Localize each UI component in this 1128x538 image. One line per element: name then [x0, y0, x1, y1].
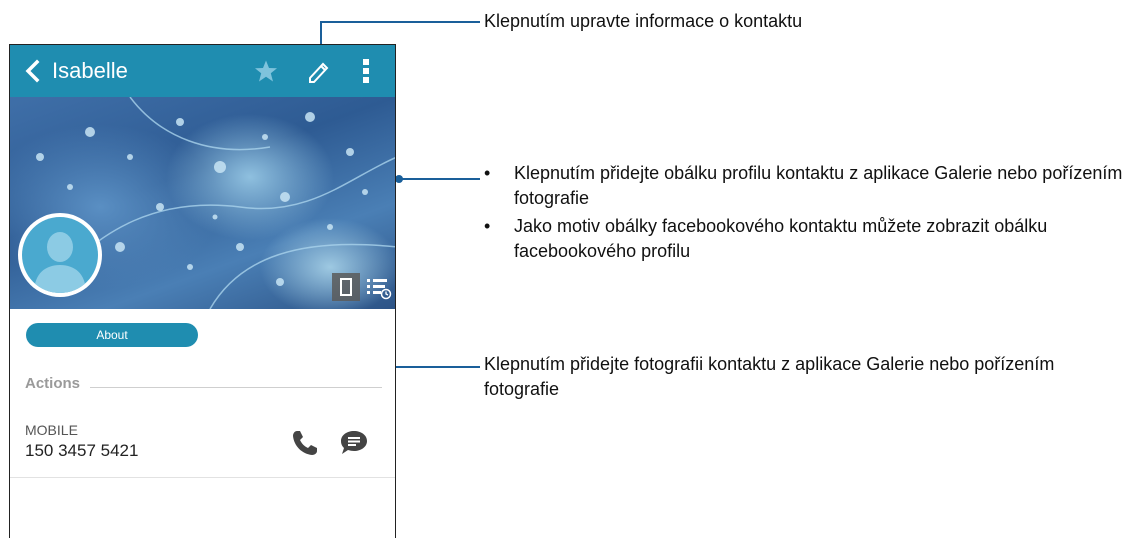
app-bar: Isabelle — [10, 45, 395, 97]
bullet-mark: • — [484, 216, 491, 236]
back-icon[interactable] — [22, 59, 44, 83]
actions-heading: Actions — [25, 375, 81, 392]
cover-list-icon[interactable] — [364, 273, 392, 301]
phone-type-label: MOBILE — [25, 422, 78, 438]
callout-cover-text: Jako motiv obálky facebookového kontaktu… — [514, 216, 1048, 261]
bullet-mark: • — [484, 163, 491, 183]
cover-phone-icon[interactable] — [332, 273, 360, 301]
message-icon[interactable] — [339, 429, 369, 457]
contact-avatar[interactable] — [18, 213, 102, 297]
row-divider — [10, 477, 395, 478]
actions-divider — [90, 387, 382, 388]
contact-name-title: Isabelle — [52, 58, 128, 83]
about-button[interactable]: About — [26, 323, 198, 347]
callout-cover-item: • Klepnutím přidejte obálku profilu konta… — [484, 161, 1124, 211]
call-icon[interactable] — [290, 428, 320, 458]
person-silhouette-icon — [34, 232, 86, 293]
edit-icon[interactable] — [306, 58, 330, 84]
phone-number[interactable]: 150 3457 5421 — [25, 441, 138, 461]
callout-cover-item: • Jako motiv obálky facebookového kontakt… — [484, 214, 1124, 264]
phone-screen: Isabelle About Actions MOBILE 150 3457 5… — [9, 44, 396, 538]
more-vert-icon[interactable] — [362, 57, 370, 85]
callout-cover-text: Klepnutím přidejte obálku profilu kontak… — [514, 163, 1123, 208]
callout-photo: Klepnutím přidejte fotografii kontaktu z… — [484, 354, 1055, 399]
callout-edit: Klepnutím upravte informace o kontaktu — [484, 11, 803, 31]
star-icon[interactable] — [254, 59, 278, 83]
callout-cover-list: • Klepnutím přidejte obálku profilu konta… — [484, 161, 1124, 267]
